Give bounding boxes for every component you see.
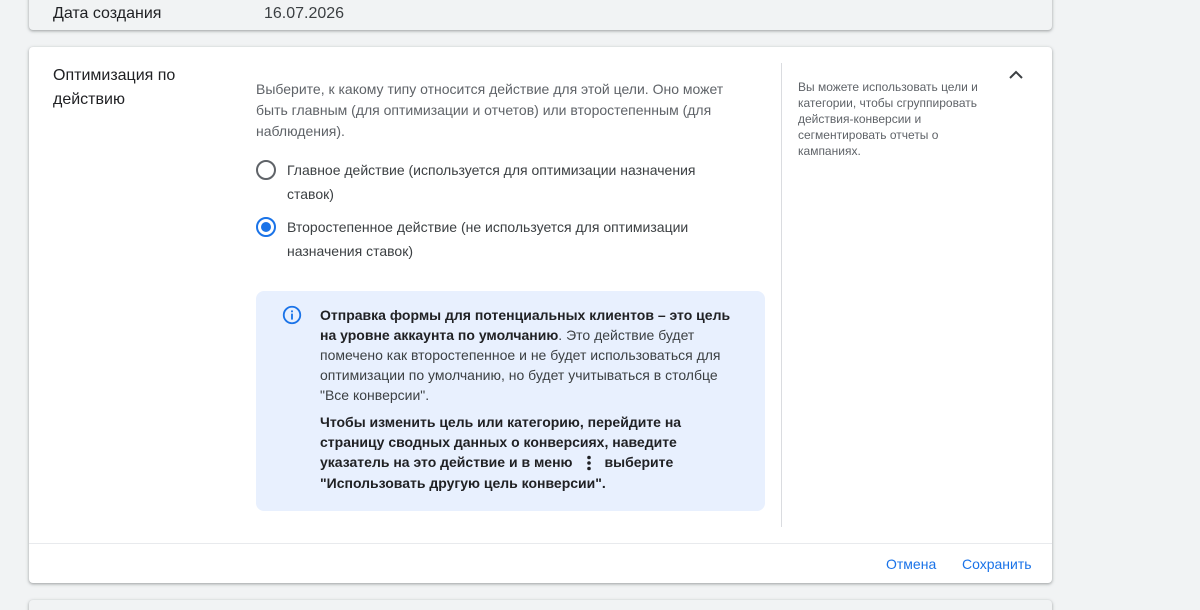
info-box: Отправка формы для потенциальных клиенто… <box>256 291 765 511</box>
radio-label-secondary: Второстепенное действие (не используется… <box>287 219 689 259</box>
page: Дата создания 16.07.2026 Оптимизация по … <box>0 0 1200 610</box>
side-note: Вы можете использовать цели и категории,… <box>798 80 978 158</box>
optimization-description: Выберите, к какому типу относится действ… <box>256 81 724 139</box>
chevron-up-icon[interactable] <box>1004 63 1028 87</box>
creation-date-label: Дата создания <box>53 5 162 22</box>
optimization-card: Оптимизация по действию Выберите, к како… <box>29 47 1052 583</box>
info-paragraph-1: Отправка формы для потенциальных клиенто… <box>320 305 748 405</box>
footer-divider <box>29 543 1052 544</box>
radio-label-primary: Главное действие (используется для оптим… <box>287 162 696 202</box>
next-card <box>29 600 1052 610</box>
optimization-content: Выберите, к какому типу относится действ… <box>256 79 765 511</box>
creation-date-card: Дата создания 16.07.2026 <box>29 0 1052 30</box>
radio-option-primary[interactable]: Главное действие (используется для оптим… <box>256 158 756 206</box>
cancel-button[interactable]: Отмена <box>886 552 936 576</box>
radio-option-secondary[interactable]: Второстепенное действие (не используется… <box>256 215 756 263</box>
info-paragraph-2: Чтобы изменить цель или категорию, перей… <box>320 412 748 493</box>
section-title: Оптимизация по действию <box>53 67 176 108</box>
vertical-divider <box>781 63 782 527</box>
info-text: Отправка формы для потенциальных клиенто… <box>320 305 748 493</box>
creation-date-value: 16.07.2026 <box>264 5 345 22</box>
save-button[interactable]: Сохранить <box>962 552 1032 576</box>
more-vert-icon <box>586 455 591 471</box>
radio-button-primary[interactable] <box>256 160 276 180</box>
radio-button-secondary[interactable] <box>256 217 276 237</box>
info-icon <box>282 305 302 325</box>
